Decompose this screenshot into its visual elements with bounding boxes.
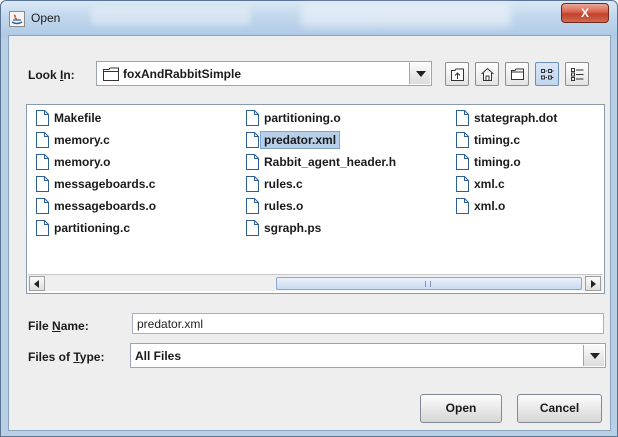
- arrow-left-icon: [34, 280, 39, 288]
- file-item[interactable]: Makefile: [34, 107, 105, 128]
- blurred-background: [301, 5, 511, 27]
- file-item[interactable]: timing.o: [454, 151, 525, 172]
- file-item[interactable]: partitioning.c: [34, 217, 134, 238]
- file-icon: [246, 219, 259, 236]
- look-in-label: Look In:: [28, 68, 75, 82]
- chevron-down-icon: [416, 71, 426, 77]
- file-name: messageboards.o: [54, 198, 157, 213]
- scroll-left-button[interactable]: [29, 276, 45, 291]
- file-item[interactable]: Rabbit_agent_header.h: [244, 151, 400, 172]
- file-item[interactable]: rules.o: [244, 195, 307, 216]
- dialog-content: Look In: foxAndRabbitSimple Makefile mem…: [8, 35, 611, 431]
- file-name: Makefile: [54, 110, 102, 125]
- window-title: Open: [31, 11, 61, 25]
- open-dialog-window: Open X Look In: foxAndRabbitSimple Makef…: [0, 0, 618, 437]
- file-type-label: Files of Type:: [28, 350, 105, 364]
- scrollbar-thumb[interactable]: [276, 277, 582, 290]
- file-name: timing.c: [474, 132, 521, 147]
- file-icon: [36, 153, 49, 170]
- file-item[interactable]: partitioning.o: [244, 107, 345, 128]
- file-item[interactable]: messageboards.c: [34, 173, 159, 194]
- list-view-button[interactable]: [535, 62, 559, 86]
- open-button[interactable]: Open: [420, 394, 502, 423]
- new-folder-icon: [511, 68, 524, 80]
- file-type-combobox[interactable]: All Files: [130, 343, 606, 368]
- file-list[interactable]: Makefile memory.c memory.o messageboards…: [26, 104, 605, 294]
- look-in-value: foxAndRabbitSimple: [123, 67, 242, 81]
- file-item[interactable]: messageboards.o: [34, 195, 160, 216]
- details-view-icon: [571, 68, 584, 81]
- home-icon: [481, 67, 494, 81]
- file-name: memory.c: [54, 132, 110, 147]
- file-item[interactable]: xml.o: [454, 195, 509, 216]
- file-icon: [456, 197, 469, 214]
- file-name: stategraph.dot: [474, 110, 558, 125]
- file-name: xml.o: [474, 198, 506, 213]
- file-icon: [456, 131, 469, 148]
- home-button[interactable]: [475, 62, 499, 86]
- file-item[interactable]: memory.o: [34, 151, 114, 172]
- file-name: predator.xml: [260, 130, 341, 149]
- up-one-level-button[interactable]: [445, 62, 469, 86]
- arrow-right-icon: [591, 280, 596, 288]
- file-item[interactable]: timing.c: [454, 129, 524, 150]
- file-name: partitioning.c: [54, 220, 130, 235]
- file-icon: [456, 153, 469, 170]
- file-icon: [36, 109, 49, 126]
- cancel-button[interactable]: Cancel: [517, 394, 602, 423]
- file-name: messageboards.c: [54, 176, 156, 191]
- folder-icon: [103, 67, 119, 81]
- file-icon: [246, 175, 259, 192]
- list-view-icon: [541, 69, 554, 80]
- horizontal-scrollbar[interactable]: [28, 274, 603, 291]
- up-one-level-icon: [451, 68, 464, 81]
- file-icon: [456, 175, 469, 192]
- chevron-down-icon: [590, 353, 600, 359]
- file-icon: [246, 109, 259, 126]
- look-in-combobox[interactable]: foxAndRabbitSimple: [96, 61, 432, 86]
- java-app-icon: [9, 11, 25, 27]
- file-type-dropdown-arrow[interactable]: [583, 345, 604, 366]
- scroll-right-button[interactable]: [585, 276, 601, 291]
- grip-icon: [425, 281, 431, 287]
- look-in-dropdown-arrow[interactable]: [409, 63, 430, 84]
- blurred-background: [91, 7, 251, 25]
- file-name-label: File Name:: [28, 319, 89, 333]
- new-folder-button[interactable]: [505, 62, 529, 86]
- file-item[interactable]: sgraph.ps: [244, 217, 325, 238]
- file-icon: [246, 153, 259, 170]
- file-name: rules.o: [264, 198, 304, 213]
- file-icon: [246, 131, 259, 148]
- file-icon: [36, 131, 49, 148]
- file-name: partitioning.o: [264, 110, 341, 125]
- details-view-button[interactable]: [565, 62, 589, 86]
- file-icon: [456, 109, 469, 126]
- file-item[interactable]: memory.c: [34, 129, 114, 150]
- title-bar[interactable]: Open X: [1, 1, 617, 35]
- file-item[interactable]: rules.c: [244, 173, 307, 194]
- file-name: memory.o: [54, 154, 111, 169]
- file-item[interactable]: stategraph.dot: [454, 107, 561, 128]
- file-type-value: All Files: [135, 349, 182, 363]
- file-name: timing.o: [474, 154, 521, 169]
- close-button[interactable]: X: [561, 3, 609, 23]
- file-name: sgraph.ps: [264, 220, 322, 235]
- file-name: Rabbit_agent_header.h: [264, 154, 397, 169]
- file-icon: [36, 175, 49, 192]
- file-item[interactable]: xml.c: [454, 173, 509, 194]
- file-icon: [36, 197, 49, 214]
- file-name: xml.c: [474, 176, 505, 191]
- file-icon: [36, 219, 49, 236]
- file-icon: [246, 197, 259, 214]
- file-name-input[interactable]: [132, 313, 604, 334]
- file-item-selected[interactable]: predator.xml: [244, 129, 344, 150]
- file-name: rules.c: [264, 176, 303, 191]
